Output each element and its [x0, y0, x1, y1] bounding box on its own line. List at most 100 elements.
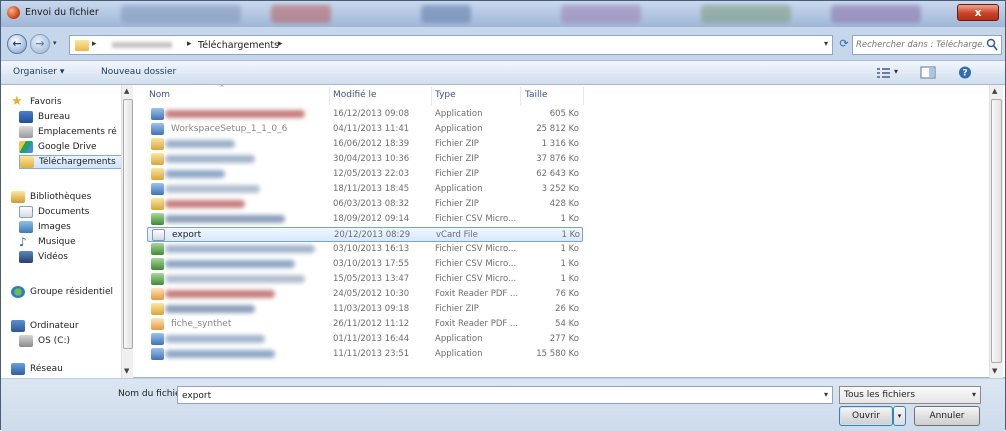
sidebar-item-recent-places[interactable]: Emplacements ré [19, 125, 117, 139]
file-upload-dialog: Envoi du fichier x ← → ▾ ▸ ▸ Téléchargem… [0, 0, 1006, 431]
file-row[interactable]: WorkspaceSetup_1_1_0_6 04/11/2013 11:41 Ap… [147, 122, 583, 137]
scroll-down-icon[interactable]: ▼ [992, 367, 997, 375]
column-header-type[interactable]: Type [435, 90, 456, 100]
file-type-icon [151, 318, 164, 330]
refresh-button[interactable]: ⟳ [837, 37, 851, 51]
forward-button[interactable]: → [30, 34, 50, 54]
column-divider[interactable] [431, 87, 432, 105]
sidebar-item-computer[interactable]: Ordinateur [11, 319, 79, 333]
sidebar-item-label: Favoris [30, 97, 62, 107]
homegroup-icon [11, 286, 25, 298]
sidebar-item-desktop[interactable]: Bureau [19, 110, 70, 124]
file-type-icon [151, 198, 164, 210]
sidebar-item-libraries[interactable]: Bibliothèques [11, 190, 91, 204]
scrollbar-thumb[interactable] [991, 99, 1002, 363]
file-row[interactable]: 30/04/2013 10:36 Fichier ZIP 37 876 Ko [147, 152, 583, 167]
file-type: Application [435, 124, 483, 134]
file-size: 428 Ko [549, 199, 579, 209]
sidebar-item-images[interactable]: Images [19, 220, 71, 234]
column-divider[interactable] [329, 87, 330, 105]
file-type: Foxit Reader PDF ... [435, 319, 519, 329]
file-row[interactable]: 15/05/2013 13:47 Fichier CSV Micro... 1 Ko [147, 272, 583, 287]
sidebar-item-documents[interactable]: Documents [19, 205, 89, 219]
search-box[interactable] [852, 35, 1002, 55]
filename-input[interactable] [182, 389, 802, 402]
star-icon: ★ [11, 94, 23, 109]
sidebar-item-homegroup[interactable]: Groupe résidentiel [11, 285, 113, 299]
organize-button[interactable]: Organiser ▾ [13, 67, 64, 77]
file-row[interactable]: 11/11/2013 23:51 Application 15 580 Ko [147, 347, 583, 362]
file-type: Fichier ZIP [435, 139, 479, 149]
help-icon[interactable]: ? [955, 65, 975, 80]
content-area: ★ Favoris Bureau Emplacements ré Google … [1, 85, 1005, 378]
sidebar-item-videos[interactable]: Vidéos [19, 250, 68, 264]
address-bar[interactable]: ▸ ▸ Téléchargements ▸ ▾ [69, 35, 833, 55]
sidebar-item-music[interactable]: ♪ Musique [19, 235, 76, 249]
file-type-select[interactable]: Tous les fichiers ▾ [839, 386, 981, 404]
file-modified-date: 16/12/2013 09:08 [333, 109, 410, 119]
filename-combobox[interactable]: ▾ [177, 386, 833, 404]
column-header-name[interactable]: Nom [149, 90, 170, 100]
column-header-size[interactable]: Taille [525, 90, 548, 100]
search-input[interactable] [856, 38, 984, 52]
file-row[interactable]: 03/10/2013 16:13 Fichier CSV Micro... 1 Ko [147, 242, 583, 257]
sidebar-item-favorites[interactable]: ★ Favoris [11, 95, 62, 109]
back-button[interactable]: ← [7, 34, 27, 54]
breadcrumb-downloads[interactable]: Téléchargements [198, 40, 279, 51]
file-type: Fichier ZIP [435, 304, 479, 314]
open-options-dropdown-icon[interactable]: ▾ [893, 406, 906, 426]
views-dropdown-icon[interactable]: ▾ [894, 67, 898, 76]
filename-dropdown-icon[interactable]: ▾ [824, 390, 828, 399]
scroll-up-icon[interactable]: ▲ [124, 87, 129, 95]
search-icon[interactable] [986, 38, 998, 52]
file-row[interactable]: 06/03/2013 08:32 Fichier ZIP 428 Ko [147, 197, 583, 212]
open-button[interactable]: Ouvrir [839, 406, 893, 426]
redacted-filename [165, 245, 315, 253]
scroll-down-icon[interactable]: ▼ [124, 367, 129, 375]
sidebar-item-label: Ordinateur [30, 321, 79, 331]
cancel-button[interactable]: Annuler [914, 406, 980, 426]
file-row[interactable]: 11/03/2013 09:18 Fichier ZIP 26 Ko [147, 302, 583, 317]
sidebar-item-network[interactable]: Réseau [11, 362, 63, 376]
file-row[interactable]: 18/09/2012 09:14 Fichier CSV Micro... 1 Ko [147, 212, 583, 227]
column-header-modified[interactable]: Modifié le [333, 90, 377, 100]
file-row[interactable]: 16/12/2013 09:08 Application 605 Ko [147, 107, 583, 122]
scroll-up-icon[interactable]: ▲ [992, 87, 997, 95]
file-row[interactable]: 16/06/2012 18:39 Fichier ZIP 1 316 Ko [147, 137, 583, 152]
file-type-icon [151, 123, 164, 135]
file-row[interactable]: 03/10/2013 17:55 Fichier CSV Micro... 1 Ko [147, 257, 583, 272]
new-folder-button[interactable]: Nouveau dossier [101, 67, 176, 77]
file-row[interactable]: fiche_synthet 26/11/2012 11:12 Foxit Reade… [147, 317, 583, 332]
background-blur [121, 5, 241, 23]
file-type-dropdown-icon[interactable]: ▾ [972, 390, 976, 399]
preview-pane-icon[interactable] [918, 65, 938, 80]
file-size: 26 Ko [555, 304, 579, 314]
file-row-selected[interactable]: export 20/12/2013 08:29 vCard File 1 Ko [147, 227, 583, 242]
file-row[interactable]: 12/05/2013 22:03 Fichier ZIP 62 643 Ko [147, 167, 583, 182]
file-row[interactable]: 01/11/2013 16:44 Application 277 Ko [147, 332, 583, 347]
sidebar-item-label: OS (C:) [38, 336, 70, 346]
background-blur [701, 5, 791, 23]
file-list-scrollbar[interactable]: ▲ ▼ [989, 85, 1003, 378]
file-type: Fichier CSV Micro... [435, 274, 517, 284]
address-dropdown-icon[interactable]: ▾ [824, 39, 828, 48]
file-row[interactable]: 18/11/2013 18:45 Application 3 252 Ko [147, 182, 583, 197]
navigation-pane: ★ Favoris Bureau Emplacements ré Google … [1, 85, 133, 378]
column-divider[interactable] [583, 87, 584, 105]
history-dropdown-icon[interactable]: ▾ [53, 39, 57, 47]
sidebar-item-label: Téléchargements [39, 157, 116, 167]
downloads-icon [20, 156, 34, 168]
close-button[interactable]: x [957, 4, 999, 21]
sidebar-item-google-drive[interactable]: Google Drive [19, 140, 97, 154]
column-divider[interactable] [520, 87, 521, 105]
background-blur [831, 5, 921, 23]
file-row[interactable]: 24/05/2012 10:30 Foxit Reader PDF ... 76 K… [147, 287, 583, 302]
sidebar-scrollbar[interactable]: ▲ ▼ [121, 85, 133, 378]
scrollbar-thumb[interactable] [123, 99, 133, 349]
file-type-icon [151, 243, 164, 255]
views-icon[interactable] [874, 65, 894, 80]
background-blur [561, 5, 641, 23]
sidebar-item-os-drive[interactable]: OS (C:) [19, 334, 70, 348]
file-size: 15 580 Ko [536, 349, 579, 359]
sidebar-item-downloads[interactable]: Téléchargements [19, 155, 127, 169]
